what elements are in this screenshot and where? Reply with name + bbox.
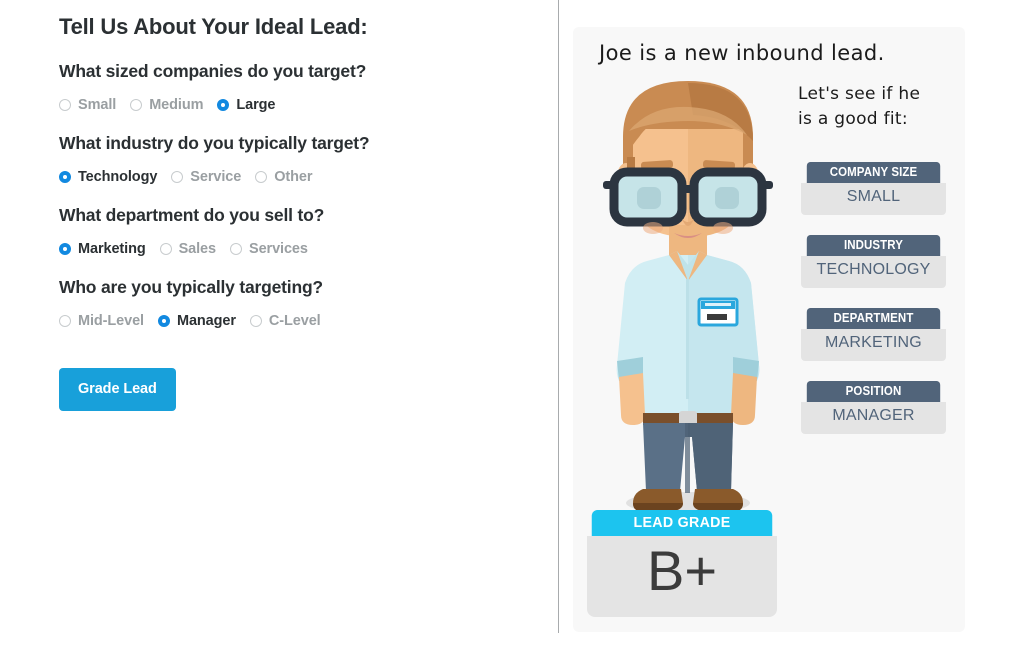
attribute-card-value: SMALL xyxy=(801,183,946,215)
radio-option-marketing[interactable]: Marketing xyxy=(59,241,146,257)
radio-circle-selected-icon[interactable] xyxy=(59,171,71,184)
radio-circle-selected-icon[interactable] xyxy=(59,243,71,256)
radio-label: Other xyxy=(274,169,313,186)
attribute-card-company-size: COMPANY SIZE SMALL xyxy=(801,162,946,215)
lead-grade-value: B+ xyxy=(587,536,777,617)
question-target-level: Who are you typically targeting? Mid-Lev… xyxy=(59,277,558,329)
attribute-card-position: POSITION MANAGER xyxy=(801,381,946,434)
radio-option-sales[interactable]: Sales xyxy=(159,241,217,258)
radio-label: Medium xyxy=(149,97,204,114)
radio-label: Marketing xyxy=(78,241,146,258)
attribute-card-value: MARKETING xyxy=(801,329,946,361)
radio-option-medium[interactable]: Medium xyxy=(130,97,203,113)
radio-circle-selected-icon[interactable] xyxy=(157,315,170,328)
radio-circle-selected-icon[interactable] xyxy=(217,99,230,112)
page-title: Tell Us About Your Ideal Lead: xyxy=(59,14,368,39)
attribute-card-header: DEPARTMENT xyxy=(806,308,941,329)
radio-label: Mid-Level xyxy=(78,313,144,330)
question-department: What department do you sell to? Marketin… xyxy=(59,205,558,257)
radio-option-small[interactable]: Small xyxy=(59,97,116,113)
question-company-size: What sized companies do you target? Smal… xyxy=(59,61,558,113)
grade-lead-button[interactable]: Grade Lead xyxy=(59,368,176,412)
panel-divider xyxy=(558,0,559,633)
radio-group-company-size: Small Medium Large xyxy=(59,97,558,113)
radio-option-technology[interactable]: Technology xyxy=(59,169,157,185)
radio-group-department: Marketing Sales Services xyxy=(59,241,558,257)
radio-circle-icon[interactable] xyxy=(255,171,268,184)
radio-circle-icon[interactable] xyxy=(230,243,242,256)
result-subline-line2: is a good fit: xyxy=(798,108,908,129)
radio-option-large[interactable]: Large xyxy=(217,97,275,113)
question-label: What industry do you typically target? xyxy=(59,133,370,154)
radio-label: C-Level xyxy=(268,313,321,330)
radio-option-c-level[interactable]: C-Level xyxy=(249,313,321,330)
radio-label: Small xyxy=(78,97,117,114)
name-badge xyxy=(697,297,739,327)
radio-group-industry: Technology Service Other xyxy=(59,169,558,185)
result-subline-line1: Let's see if he xyxy=(798,84,921,104)
question-label: What department do you sell to? xyxy=(59,205,325,226)
attribute-card-list: COMPANY SIZE SMALL INDUSTRY TECHNOLOGY D… xyxy=(801,162,946,454)
question-label: What sized companies do you target? xyxy=(59,61,367,82)
attribute-card-department: DEPARTMENT MARKETING xyxy=(801,308,946,361)
radio-option-service[interactable]: Service xyxy=(171,169,241,185)
radio-circle-icon[interactable] xyxy=(59,315,71,328)
radio-option-services[interactable]: Services xyxy=(230,241,308,257)
joe-character-illustration xyxy=(581,65,796,525)
radio-circle-icon[interactable] xyxy=(130,99,143,112)
radio-option-mid-level[interactable]: Mid-Level xyxy=(59,313,144,329)
radio-circle-icon[interactable] xyxy=(249,315,262,328)
radio-label: Service xyxy=(190,169,242,186)
radio-label: Sales xyxy=(178,241,217,258)
radio-circle-icon[interactable] xyxy=(171,171,184,184)
radio-option-manager[interactable]: Manager xyxy=(157,313,236,330)
radio-label: Technology xyxy=(78,169,158,186)
radio-circle-icon[interactable] xyxy=(159,243,172,256)
radio-circle-icon[interactable] xyxy=(59,99,71,112)
lead-grade-card: LEAD GRADE B+ xyxy=(587,510,777,617)
attribute-card-header: INDUSTRY xyxy=(806,235,941,256)
radio-label: Large xyxy=(236,97,276,114)
result-headline: Joe is a new inbound lead. xyxy=(599,41,885,65)
attribute-card-header: POSITION xyxy=(806,381,941,402)
radio-option-other[interactable]: Other xyxy=(255,169,312,185)
result-subline: Let's see if he is a good fit: xyxy=(798,82,920,131)
lead-grade-header: LEAD GRADE xyxy=(591,510,773,536)
attribute-card-header: COMPANY SIZE xyxy=(806,162,941,183)
lead-result-panel: Joe is a new inbound lead. Let's see if … xyxy=(573,27,965,632)
question-label: Who are you typically targeting? xyxy=(59,277,323,298)
radio-group-target-level: Mid-Level Manager C-Level xyxy=(59,313,558,329)
radio-label: Services xyxy=(249,241,308,258)
lead-form-panel: Tell Us About Your Ideal Lead: What size… xyxy=(0,0,558,647)
attribute-card-value: TECHNOLOGY xyxy=(801,256,946,288)
attribute-card-value: MANAGER xyxy=(801,402,946,434)
radio-label: Manager xyxy=(176,313,236,330)
question-industry: What industry do you typically target? T… xyxy=(59,133,558,185)
attribute-card-industry: INDUSTRY TECHNOLOGY xyxy=(801,235,946,288)
